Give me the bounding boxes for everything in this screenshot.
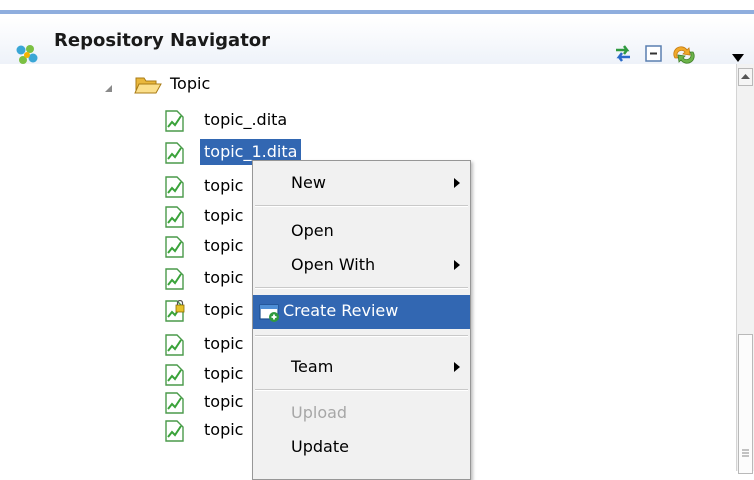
tree-file-row-locked[interactable]: topic: [164, 294, 254, 326]
menu-separator: [255, 287, 468, 289]
dita-file-icon: [164, 206, 186, 228]
tree-file-row[interactable]: topic: [164, 200, 254, 232]
menu-item-label: Open With: [291, 255, 376, 274]
menu-item-label: Create Review: [283, 301, 399, 320]
dita-file-icon: [164, 268, 186, 290]
context-menu: New Open Open With Create Review Team Up…: [252, 160, 471, 480]
folder-label: Topic: [170, 74, 211, 93]
submenu-arrow-icon: [454, 362, 460, 372]
menu-item-label: Update: [291, 437, 349, 456]
file-label: topic: [204, 420, 244, 439]
expand-arrow-icon[interactable]: [104, 79, 114, 98]
vertical-scrollbar[interactable]: [736, 64, 754, 474]
menu-item-upload: Upload: [253, 397, 470, 429]
dita-file-icon: [164, 176, 186, 198]
menu-separator: [255, 205, 468, 207]
tree-file-row[interactable]: topic_.dita: [164, 104, 464, 136]
tree-file-row[interactable]: topic: [164, 230, 254, 262]
tree-file-row[interactable]: topic: [164, 170, 254, 202]
file-label: topic: [204, 364, 244, 383]
top-border-strip: [0, 0, 754, 14]
create-review-icon: [259, 303, 281, 327]
tree-file-row[interactable]: topic: [164, 328, 254, 360]
dita-file-icon: [164, 236, 186, 258]
dita-file-icon: [164, 364, 186, 386]
file-label: topic: [204, 268, 244, 287]
menu-item-new[interactable]: New: [253, 167, 470, 199]
file-label: topic: [204, 300, 244, 319]
dita-file-icon: [164, 420, 186, 442]
view-header: Repository Navigator: [0, 18, 754, 64]
file-label: topic: [204, 206, 244, 225]
menu-item-create-review[interactable]: Create Review: [253, 295, 470, 329]
view-title: Repository Navigator: [54, 30, 271, 51]
menu-item-label: Open: [291, 221, 334, 240]
dita-file-icon: [164, 392, 186, 414]
menu-item-open[interactable]: Open: [253, 215, 470, 247]
file-label: topic: [204, 236, 244, 255]
menu-separator: [255, 389, 468, 391]
scroll-up-button[interactable]: [738, 68, 753, 86]
menu-item-label: Team: [291, 357, 334, 376]
menu-item-update[interactable]: Update: [253, 431, 470, 463]
tree-file-row[interactable]: topic: [164, 414, 254, 446]
file-label: topic: [204, 392, 244, 411]
folder-open-icon: [134, 74, 162, 100]
dita-file-locked-icon: [164, 299, 186, 322]
scrollbar-thumb[interactable]: [738, 334, 753, 474]
dita-file-icon: [164, 334, 186, 356]
submenu-arrow-icon: [454, 178, 460, 188]
file-label: topic: [204, 176, 244, 195]
submenu-arrow-icon: [454, 260, 460, 270]
menu-item-label: Upload: [291, 403, 348, 422]
menu-item-label: New: [291, 173, 326, 192]
menu-separator: [255, 335, 468, 337]
menu-item-team[interactable]: Team: [253, 351, 470, 383]
dita-file-icon: [164, 142, 186, 164]
menu-item-open-with[interactable]: Open With: [253, 249, 470, 281]
file-label: topic_.dita: [204, 110, 288, 129]
file-label: topic: [204, 334, 244, 353]
dita-file-icon: [164, 110, 186, 132]
tree-file-row[interactable]: topic: [164, 262, 254, 294]
tree-folder-topic[interactable]: Topic: [104, 68, 404, 100]
